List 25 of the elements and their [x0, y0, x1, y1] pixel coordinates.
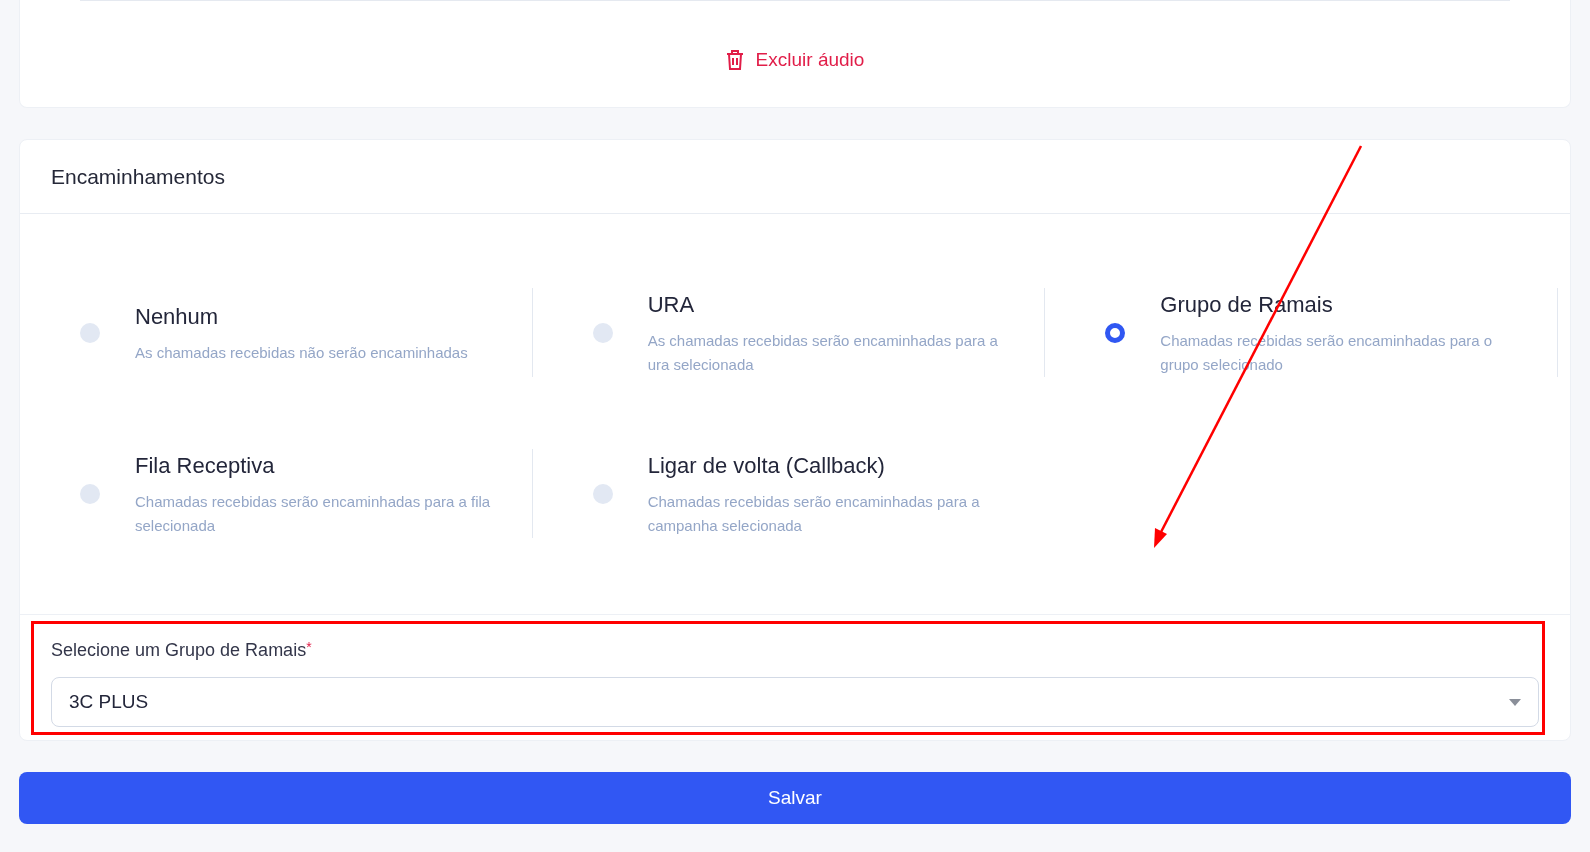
option-title: URA: [647, 291, 696, 319]
option-title: Nenhum: [135, 303, 220, 331]
radio-button[interactable]: [80, 483, 100, 504]
option-title: Ligar de volta (Callback): [647, 452, 886, 480]
group-select[interactable]: 3C PLUS: [51, 677, 1539, 727]
required-mark: *: [306, 638, 312, 655]
save-button[interactable]: Salvar: [19, 772, 1571, 824]
forwarding-option[interactable]: Nenhum As chamadas recebidas não serão encaminhadas: [20, 288, 533, 377]
radio-button[interactable]: [592, 483, 613, 504]
option-title: Fila Receptiva: [135, 452, 276, 480]
radio-button[interactable]: [1105, 322, 1126, 343]
card-title: Encaminhamentos: [51, 163, 225, 190]
dropdown-caret-icon: [1509, 698, 1521, 706]
trash-icon: [725, 50, 744, 71]
option-description: As chamadas recebidas não serão encaminhadas: [135, 343, 468, 363]
forwarding-option[interactable]: Ligar de volta (Callback) Chamadas recebidas serão encaminhadas para a campanha selecionada: [532, 449, 1046, 538]
forwarding-option[interactable]: URA As chamadas recebidas serão encaminhadas para a ura selecionada: [532, 288, 1046, 377]
option-description: As chamadas recebidas serão encaminhadas para a ura selecionada: [647, 331, 999, 375]
radio-button[interactable]: [592, 322, 613, 343]
option-description: Chamadas recebidas serão encaminhadas para a campanha selecionada: [647, 492, 981, 536]
forwarding-option[interactable]: Fila Receptiva Chamadas recebidas serão encaminhadas para a fila selecionada: [20, 449, 533, 538]
option-description: Chamadas recebidas serão encaminhadas para a fila selecionada: [135, 492, 492, 536]
field-label: Selecione um Grupo de Ramais: [51, 639, 307, 662]
radio-button[interactable]: [80, 322, 100, 343]
delete-audio-button[interactable]: Excluir áudio: [725, 46, 865, 75]
